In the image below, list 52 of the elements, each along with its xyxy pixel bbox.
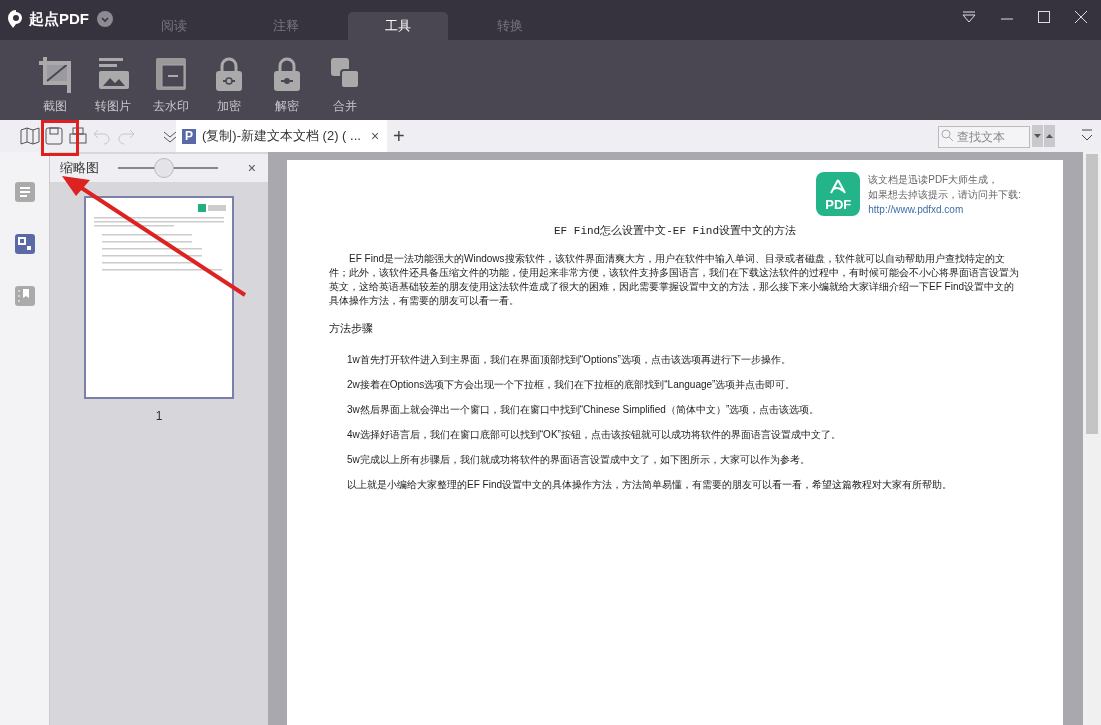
maximize-icon[interactable] bbox=[1038, 11, 1050, 23]
notice-line: 该文档是迅读PDF大师生成， bbox=[868, 173, 1000, 187]
pdf-logo: PDF bbox=[816, 172, 861, 216]
logo-icon bbox=[7, 9, 25, 30]
file-badge: P bbox=[182, 128, 196, 144]
search-field[interactable]: 查找文本 bbox=[938, 126, 1030, 148]
thumbnails-icon[interactable] bbox=[14, 234, 35, 254]
collapse-icon[interactable] bbox=[1081, 129, 1093, 143]
next-result-icon[interactable] bbox=[1032, 125, 1043, 147]
zoom-slider[interactable] bbox=[118, 158, 218, 178]
scrollbar-thumb[interactable] bbox=[1086, 154, 1098, 434]
section-heading: 方法步骤 bbox=[329, 320, 374, 336]
print-icon[interactable] bbox=[68, 126, 88, 146]
search-icon bbox=[941, 129, 954, 142]
panel-close[interactable]: × bbox=[247, 157, 256, 179]
tool-button[interactable]: 加密 bbox=[208, 55, 250, 115]
previous-result-icon[interactable] bbox=[1044, 125, 1055, 147]
tab-title: (复制)-新建文本文档 (2) ( ... bbox=[202, 127, 361, 146]
tool-button[interactable]: 解密 bbox=[266, 55, 308, 115]
tool-button[interactable]: 去水印 bbox=[150, 55, 192, 115]
document-tab[interactable]: P (复制)-新建文本文档 (2) ( ... × bbox=[176, 120, 388, 152]
tool-button[interactable]: 转图片 bbox=[92, 55, 134, 115]
slider-thumb[interactable] bbox=[154, 158, 174, 178]
panel-title: 缩略图 bbox=[60, 159, 100, 178]
step-text: 5w完成以上所有步骤后，我们就成功将软件的界面语言设置成中文了，如下图所示，大家可以作为参考。 bbox=[347, 453, 811, 467]
notice-line: 如果想去掉该提示，请访问并下载: bbox=[868, 188, 1021, 202]
summary-text: 以上就是小编给大家整理的EF Find设置中文的具体操作方法，方法简单易懂，有需要的朋友可以看一看，希望这篇教程对大家有所帮助。 bbox=[347, 478, 953, 492]
close-icon[interactable] bbox=[1075, 11, 1087, 23]
tab-close[interactable]: × bbox=[370, 125, 380, 147]
step-text: 3w然后界面上就会弹出一个窗口，我们在窗口中找到“Chinese Simplified（简体中文）”选项，点击该选项。 bbox=[347, 403, 821, 417]
bookmarks-icon[interactable] bbox=[14, 286, 35, 306]
new-tab-button[interactable]: + bbox=[393, 126, 405, 146]
save-icon[interactable] bbox=[44, 126, 64, 146]
step-text: 4w选择好语言后，我们在窗口底部可以找到“OK”按钮，点击该按钮就可以成功将软件的界面语言设置成中文了。 bbox=[347, 428, 842, 442]
step-text: 1w首先打开软件进入到主界面，我们在界面顶部找到“Options”选项，点击该选项再进行下一步操作。 bbox=[347, 353, 792, 367]
skin-icon[interactable] bbox=[962, 11, 976, 23]
book-icon[interactable] bbox=[20, 126, 40, 146]
notice-link[interactable]: http://www.pdfxd.com bbox=[868, 202, 1021, 217]
step-text: 2w接着在Options选项下方会出现一个下拉框，我们在下拉框的底部找到“Language”选项并点击即可。 bbox=[347, 378, 797, 392]
outline-icon[interactable] bbox=[14, 182, 35, 202]
tool-button[interactable]: 截图 bbox=[34, 55, 76, 115]
dropdown-icon[interactable] bbox=[97, 11, 113, 28]
watermark-icon bbox=[153, 55, 189, 93]
document-title: EF Find怎么设置中文-EF Find设置中文的方法 bbox=[553, 224, 797, 239]
intro-paragraph: EF Find是一法功能强大的Windows搜索软件，该软件界面清爽大方，用户在软件中输入单词、目录或者磁盘，软件就可以自动帮助用户查找特定的文件；此外，该软件还具备压缩文件的功能，使用起来非常方便，该软件支持多国语言，我们在下载这法软件的过程中，有时候可能会不小心将界面语言设置为英文，这给英语基础较差的朋友使用这法软件造成了很大的困难，因此需要掌握设置中文的方法，那么接下来小编就给大家详细介绍一下EF Find设置中文的具体操作方法，有需要的朋友可以看一看。 bbox=[329, 251, 1020, 308]
tool-button[interactable]: 合并 bbox=[324, 55, 366, 115]
page-thumbnail[interactable] bbox=[84, 196, 234, 399]
app-name: 起点PDF bbox=[29, 9, 89, 29]
tab[interactable]: 工具 bbox=[348, 12, 448, 40]
crop-icon bbox=[37, 55, 73, 93]
page-number: 1 bbox=[155, 408, 163, 425]
highlight-box bbox=[41, 120, 79, 156]
